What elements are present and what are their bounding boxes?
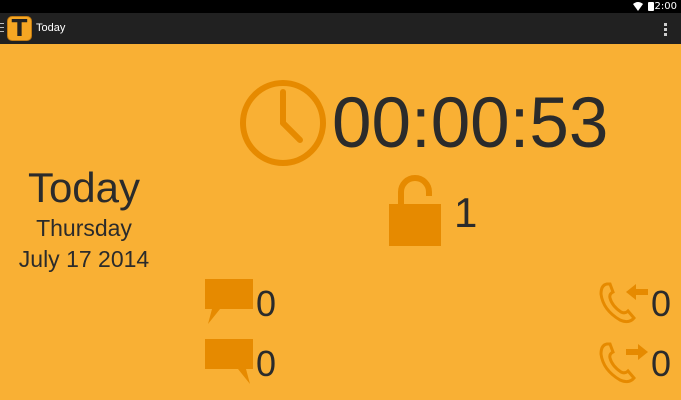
date-weekday: Thursday: [36, 215, 132, 241]
date-full: July 17 2014: [18, 246, 150, 272]
drawer-indicator-icon[interactable]: [0, 23, 4, 34]
sms-sent-count: 0: [256, 343, 277, 384]
screen-time-value: 00:00:53: [332, 84, 609, 163]
app-logo-letter: T: [11, 16, 28, 42]
date-title: Today: [27, 164, 141, 211]
wifi-icon: [633, 2, 643, 11]
unlock-count: 1: [454, 189, 478, 236]
sms-received-count: 0: [256, 283, 277, 324]
status-bar: 12:00: [0, 0, 681, 13]
clock-icon: [240, 80, 326, 166]
date-panel: Today Thursday July 17 2014: [0, 164, 168, 275]
action-bar: T Today: [0, 13, 681, 44]
main-content: Today Thursday July 17 2014 00:00:53 1 0…: [0, 44, 681, 400]
incoming-call-icon: [599, 282, 648, 324]
unlock-icon: [389, 175, 441, 246]
page-title: Today: [36, 22, 66, 34]
incoming-call-count: 0: [651, 283, 672, 324]
overflow-menu-icon[interactable]: [664, 23, 668, 36]
outgoing-call-icon: [599, 342, 648, 384]
status-time: 12:00: [648, 1, 677, 12]
outgoing-call-count: 0: [651, 343, 672, 384]
sms-sent-icon: [205, 339, 253, 384]
sms-received-icon: [205, 279, 253, 324]
app-logo-icon[interactable]: T: [7, 16, 32, 42]
